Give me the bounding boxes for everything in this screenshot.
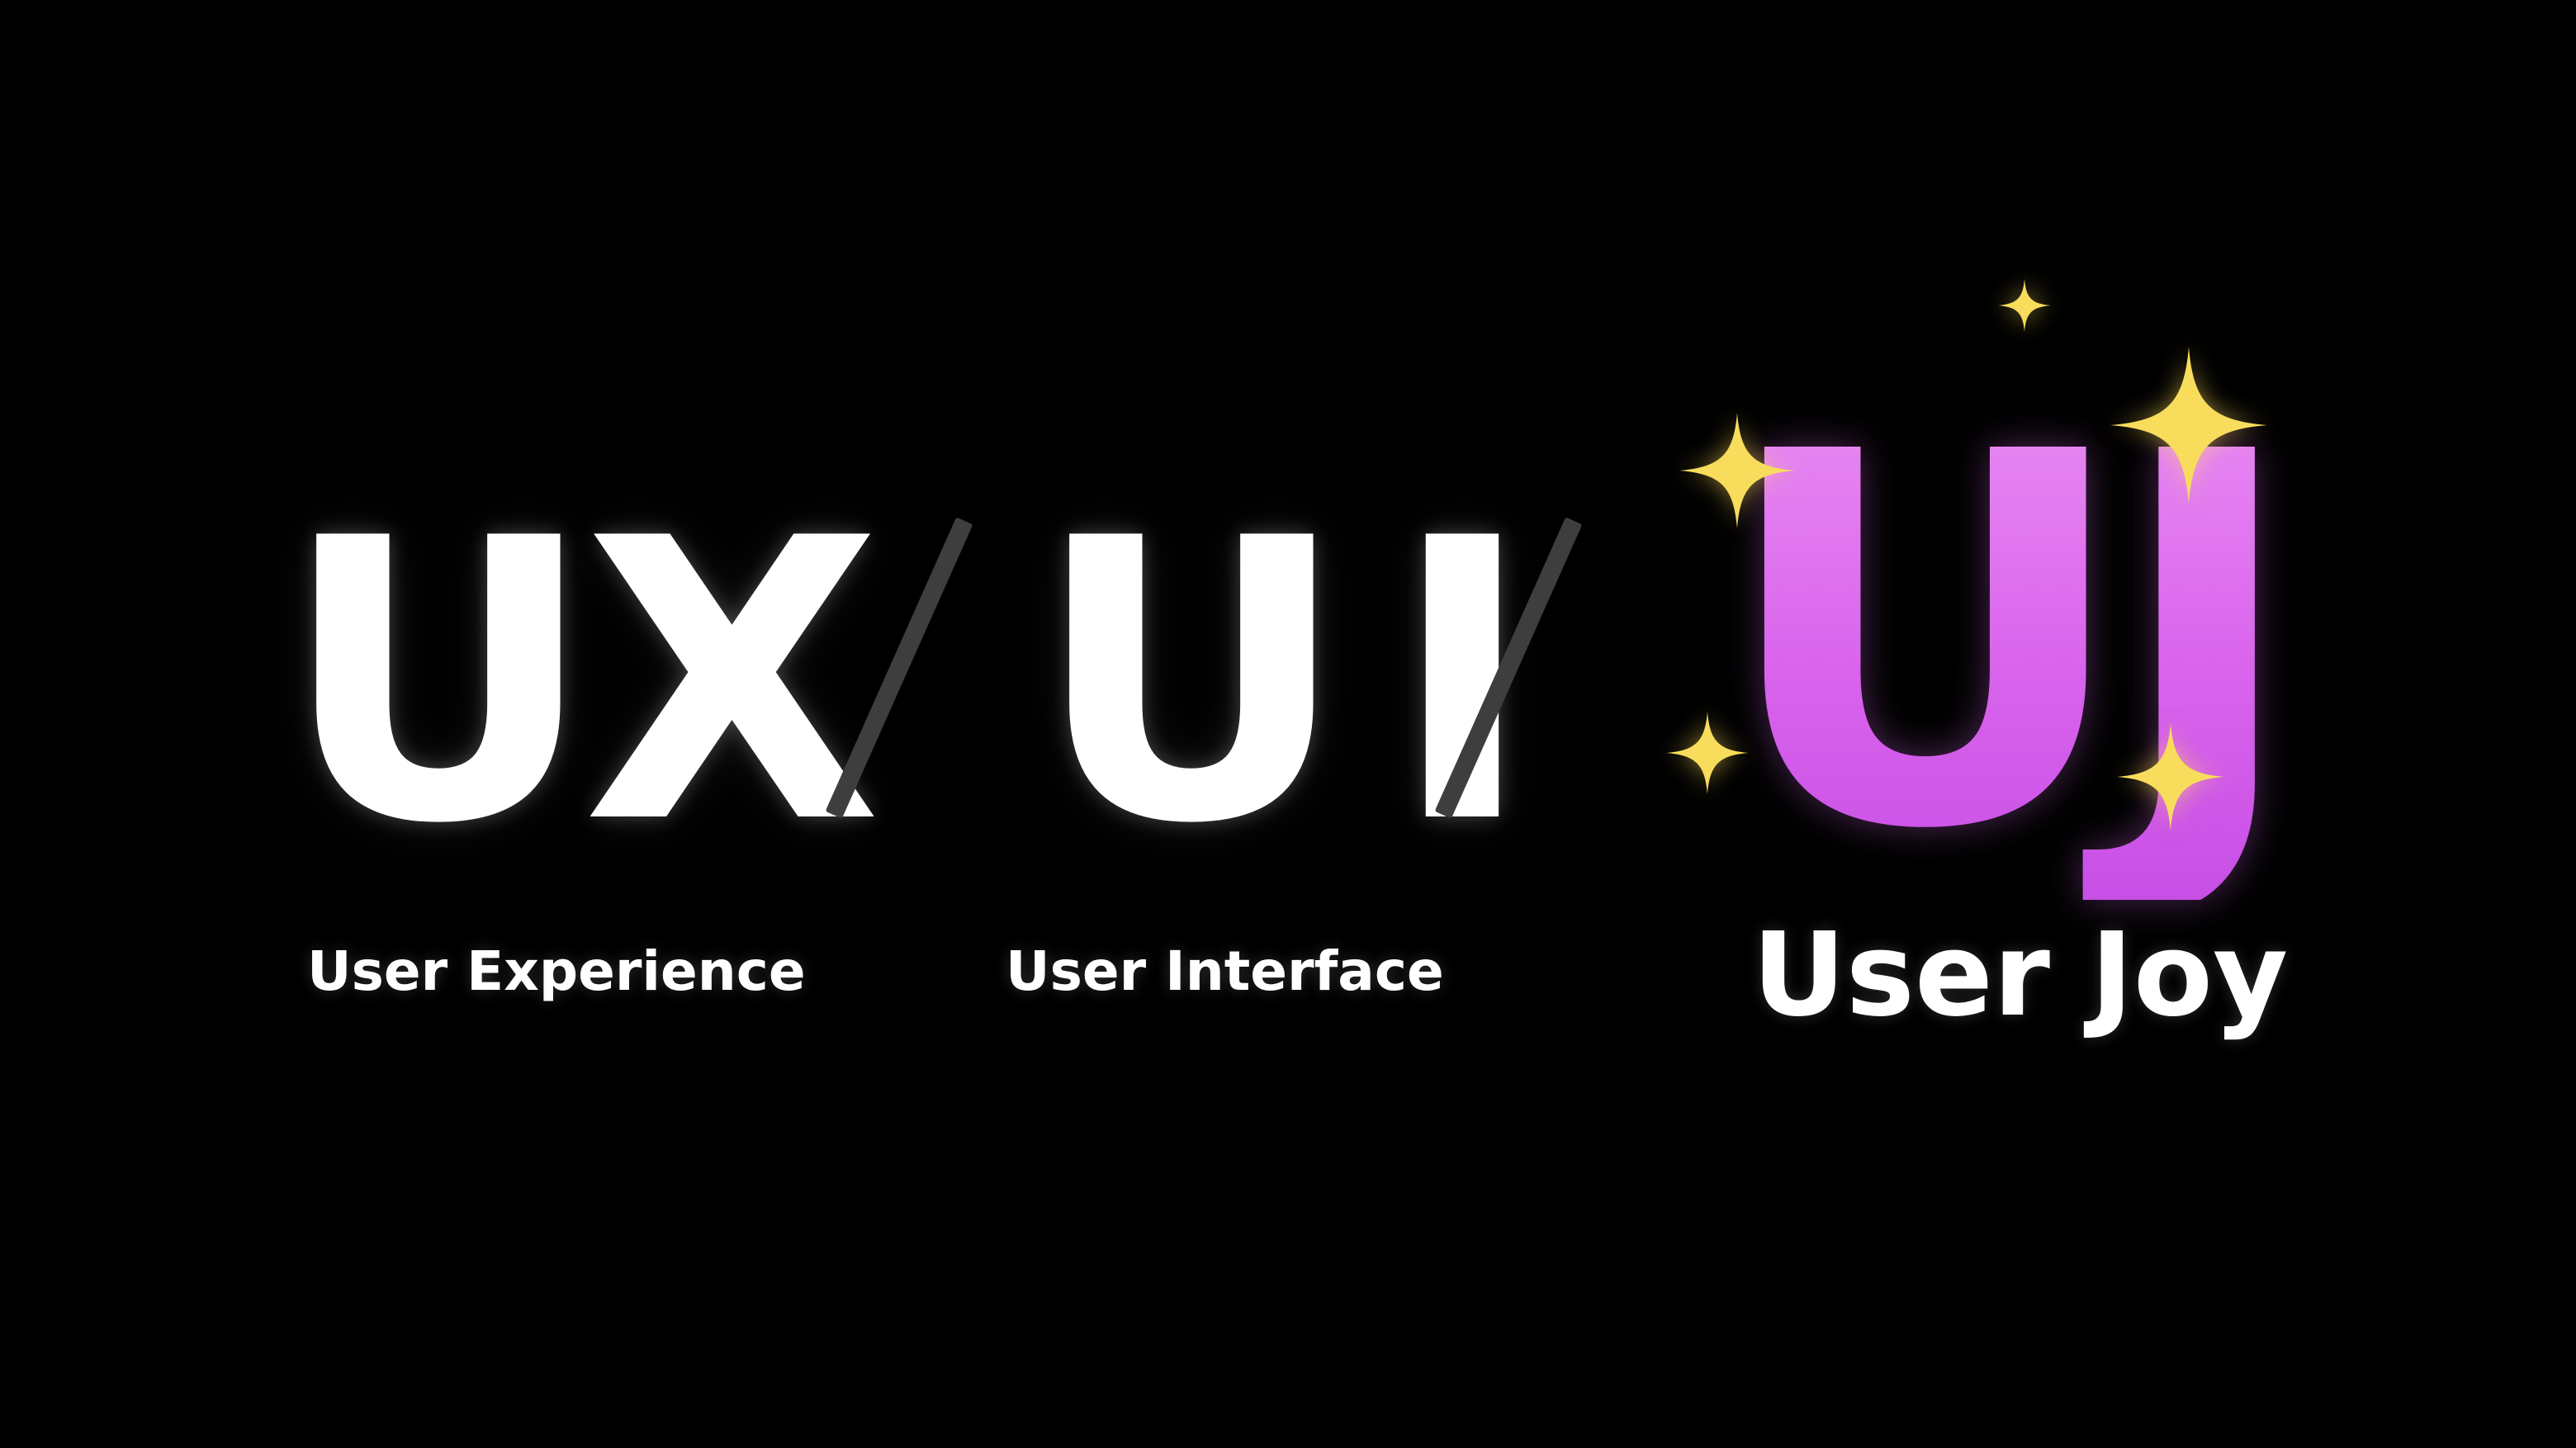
user-interface-caption: User Interface: [1006, 939, 1444, 1003]
sparkle-icon: [1666, 712, 1749, 794]
sparkle-icon: [1998, 279, 2051, 332]
sparkle-icon: [1679, 413, 1795, 528]
user-experience-caption: User Experience: [307, 939, 806, 1003]
sparkle-icon: [2117, 723, 2224, 830]
ux-abbreviation: UX: [281, 457, 882, 908]
user-joy-caption: User Joy: [1752, 908, 2289, 1043]
sparkle-icon: [2110, 347, 2267, 504]
